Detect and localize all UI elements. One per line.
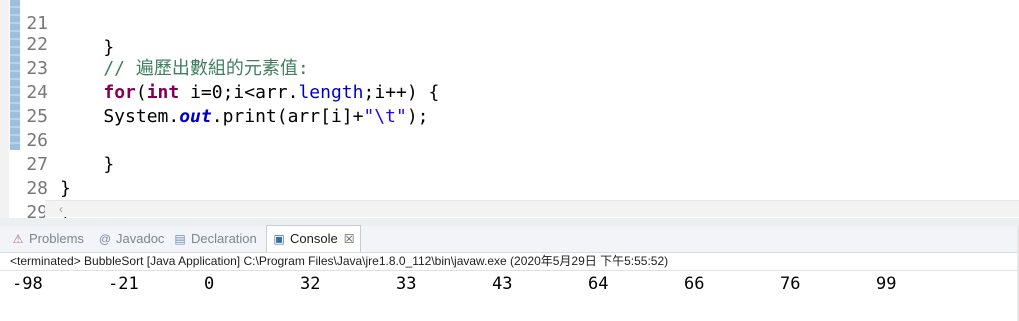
console-output[interactable]: -98 -21 0 32 33 43 64 66 76 99 (0, 272, 1019, 296)
tab-label: Console (290, 231, 338, 246)
tab-label: Declaration (191, 231, 257, 246)
tab-problems[interactable]: ⚠ Problems (10, 226, 84, 252)
divider (0, 270, 1019, 271)
output-value: 64 (588, 274, 609, 294)
output-value: 43 (492, 274, 513, 294)
code-editor[interactable]: 21 } 22 // 遍歷出數組的元素值: 23 for(int i=0;i<a… (0, 0, 1019, 223)
console-status: <terminated> BubbleSort [Java Applicatio… (10, 254, 669, 268)
horizontal-scrollbar[interactable]: ‹ (45, 200, 1019, 217)
output-value: 99 (876, 274, 897, 294)
tab-console[interactable]: ▣ Console ☒ (266, 225, 362, 252)
code-line: 26 } (0, 105, 1019, 175)
scroll-left-arrow-icon[interactable]: ‹ (59, 201, 63, 217)
declaration-icon: ▤ (174, 232, 186, 246)
tab-label: Javadoc (116, 231, 165, 246)
problems-icon: ⚠ (12, 232, 24, 246)
code-line: 25 (0, 81, 1019, 127)
code-line: 27 } (0, 129, 1019, 199)
output-value: 66 (684, 274, 705, 294)
output-value: 0 (204, 274, 215, 294)
tab-declaration[interactable]: ▤ Declaration (172, 226, 257, 252)
view-tab-bar: ⚠ Problems @ Javadoc ▤ Declaration ▣ Console… (0, 225, 1019, 253)
output-value: 33 (396, 274, 417, 294)
close-icon[interactable]: ☒ (344, 232, 355, 246)
output-value: -98 (12, 274, 43, 294)
output-value: 76 (780, 274, 801, 294)
code-line: 24 System.out.print(arr[i]+"\t"); (0, 57, 1019, 127)
code-line: 22 // 遍歷出數組的元素值: (0, 9, 1019, 79)
view-separator (0, 218, 1019, 226)
code-line: 28 } (0, 153, 1019, 223)
code-line: 29 (0, 177, 1019, 223)
output-value: 32 (300, 274, 321, 294)
output-value: -21 (108, 274, 139, 294)
at-icon: @ (98, 232, 112, 246)
code-line: 23 for(int i=0;i<arr.length;i++) { (0, 33, 1019, 103)
tab-javadoc[interactable]: @ Javadoc (97, 226, 165, 252)
tab-label: Problems (29, 231, 84, 246)
console-icon: ▣ (273, 232, 285, 246)
